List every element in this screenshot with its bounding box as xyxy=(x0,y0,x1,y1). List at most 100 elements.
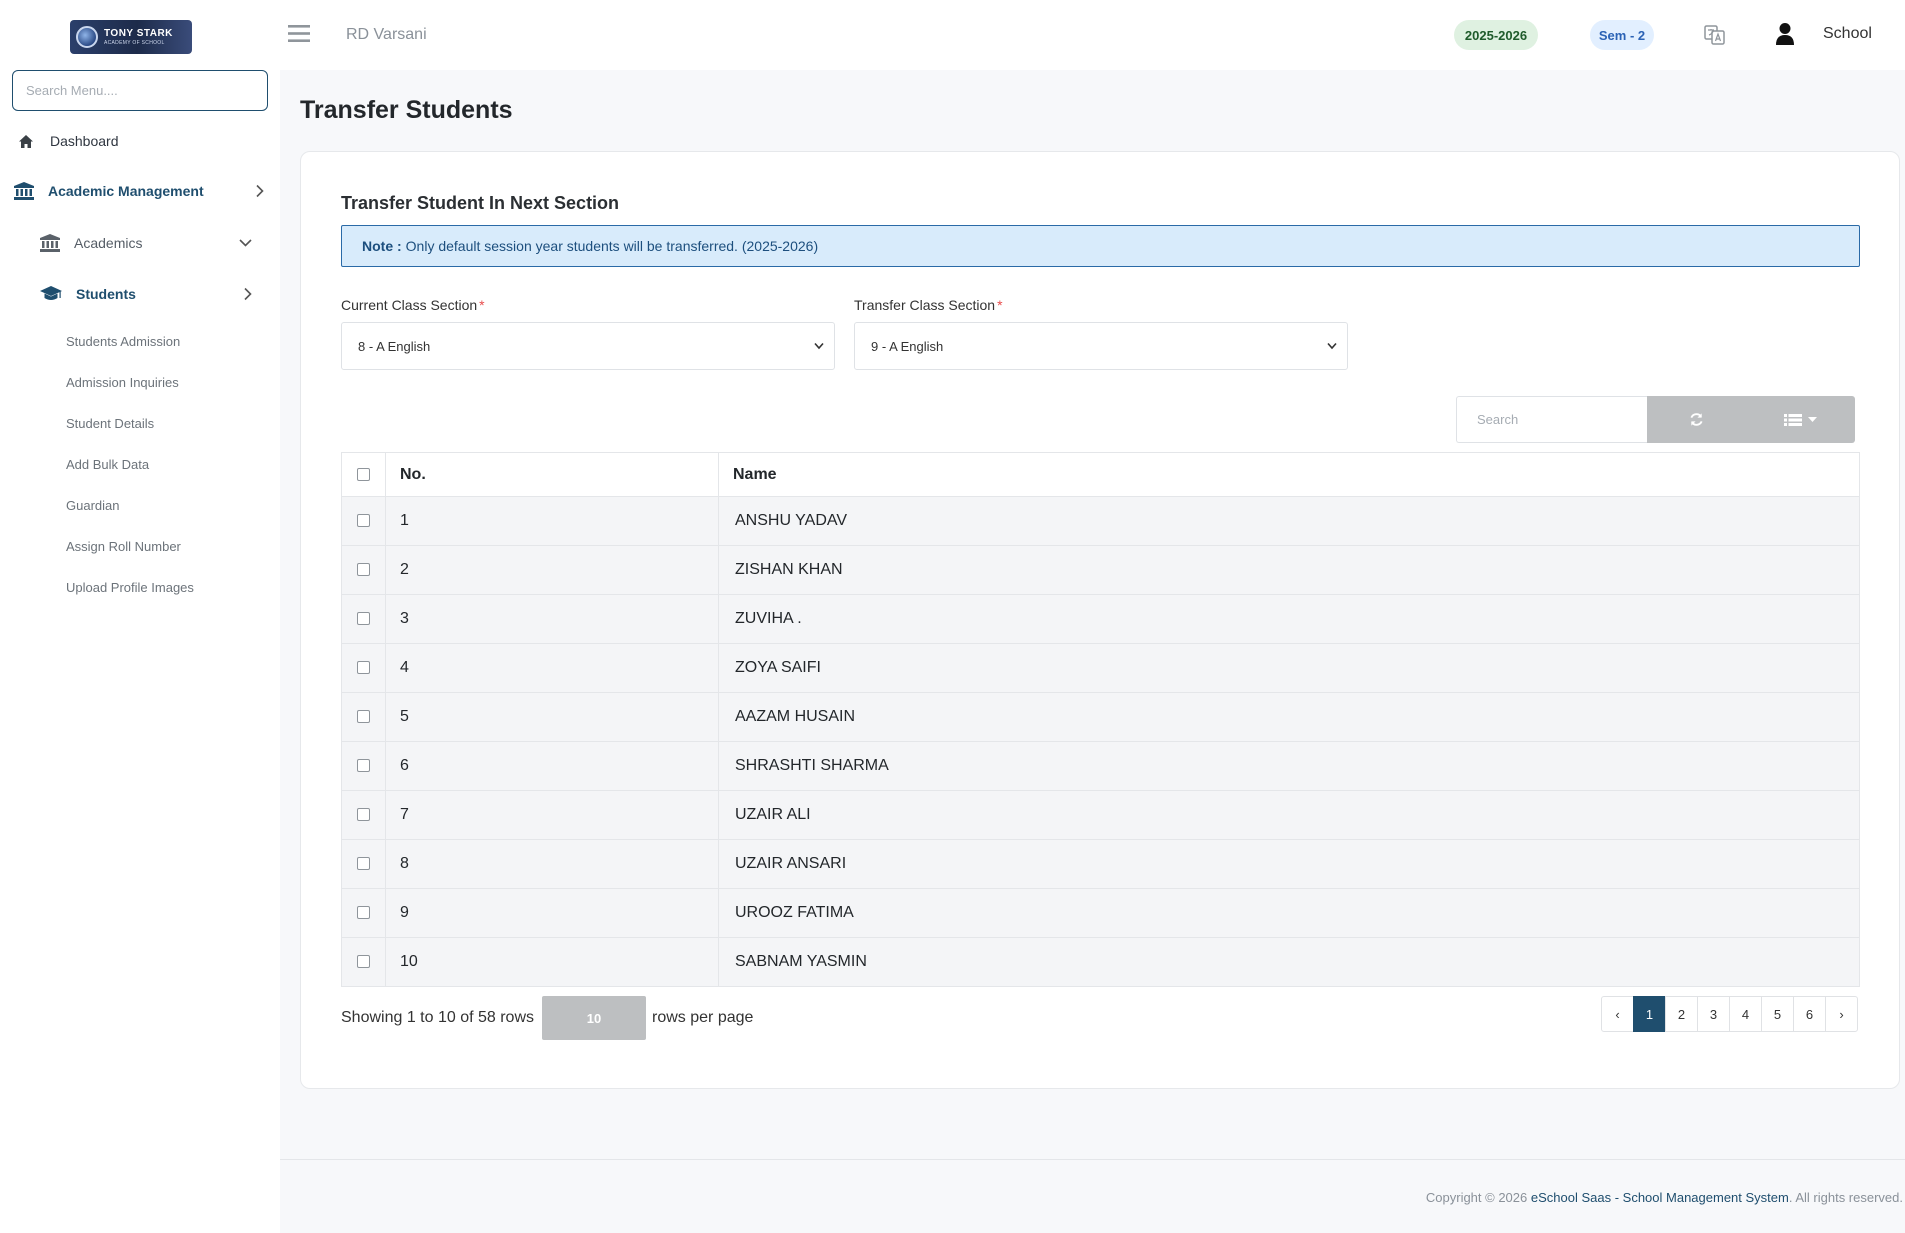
user-name[interactable]: School xyxy=(1823,25,1872,43)
required-mark: * xyxy=(479,297,485,313)
table-row: 10 SABNAM YASMIN xyxy=(341,937,1860,987)
showing-rows-text: Showing 1 to 10 of 58 rows xyxy=(341,1009,535,1026)
row-checkbox[interactable] xyxy=(357,661,370,675)
current-class-select[interactable]: 8 - A English xyxy=(341,322,835,370)
table-row: 1 ANSHU YADAV xyxy=(341,496,1860,546)
list-icon xyxy=(1783,413,1802,426)
sidebar-item-students-label: Students xyxy=(76,286,136,302)
table-search-input[interactable] xyxy=(1456,396,1648,443)
school-name: RD Varsani xyxy=(346,26,427,43)
pagination-page-6[interactable]: 6 xyxy=(1793,996,1826,1032)
row-no: 1 xyxy=(385,496,719,546)
table-row: 2 ZISHAN KHAN xyxy=(341,545,1860,595)
sidebar-subitem-assign-roll-number[interactable]: Assign Roll Number xyxy=(66,539,181,554)
pagination-page-1[interactable]: 1 xyxy=(1633,996,1666,1032)
row-checkbox[interactable] xyxy=(357,710,370,724)
copyright-text: Copyright © 2026 eSchool Saas - School M… xyxy=(1425,1190,1903,1205)
hamburger-icon[interactable] xyxy=(288,24,310,43)
row-checkbox[interactable] xyxy=(357,906,370,920)
page-title: Transfer Students xyxy=(300,96,513,124)
sidebar-item-students[interactable]: Students xyxy=(40,286,252,302)
row-name: ZOYA SAIFI xyxy=(718,643,1860,693)
user-icon[interactable] xyxy=(1775,22,1795,46)
pagination-page-2[interactable]: 2 xyxy=(1665,996,1698,1032)
institution-icon xyxy=(14,182,34,200)
row-name: SABNAM YASMIN xyxy=(718,937,1860,987)
table-row: 5 AAZAM HUSAIN xyxy=(341,692,1860,742)
row-name: UZAIR ALI xyxy=(718,790,1860,840)
row-checkbox[interactable] xyxy=(357,612,370,626)
required-mark: * xyxy=(997,297,1003,313)
logo-line-1: TONY STARK xyxy=(104,27,173,39)
chevron-right-icon xyxy=(256,184,264,198)
row-checkbox[interactable] xyxy=(357,955,370,969)
session-year-badge[interactable]: 2025-2026 xyxy=(1454,20,1538,50)
page-footer: Copyright © 2026 eSchool Saas - School M… xyxy=(280,1159,1905,1233)
rows-per-page-text: rows per page xyxy=(652,1009,754,1026)
semester-badge[interactable]: Sem - 2 xyxy=(1590,20,1654,50)
table-body: 1 ANSHU YADAV 2 ZISHAN KHAN 3 ZUVIHA . 4 ZOY… xyxy=(341,496,1860,987)
transfer-class-select[interactable]: 9 - A English xyxy=(854,322,1348,370)
row-checkbox[interactable] xyxy=(357,563,370,577)
note-text: Only default session year students will … xyxy=(405,238,819,254)
logo-line-2: ACADEMY OF SCHOOL xyxy=(104,39,165,46)
pagination-page-3[interactable]: 3 xyxy=(1697,996,1730,1032)
refresh-button[interactable] xyxy=(1647,396,1745,443)
table-header-row: No. Name xyxy=(341,452,1860,497)
chevron-down-icon xyxy=(239,239,252,247)
sidebar-subitem-guardian[interactable]: Guardian xyxy=(66,498,119,513)
sidebar-subitem-student-details[interactable]: Student Details xyxy=(66,416,154,431)
table-row: 9 UROOZ FATIMA xyxy=(341,888,1860,938)
current-class-label: Current Class Section * xyxy=(341,297,485,313)
row-no: 5 xyxy=(385,692,719,742)
sidebar-subitem-admission-inquiries[interactable]: Admission Inquiries xyxy=(66,375,179,390)
row-checkbox[interactable] xyxy=(357,857,370,871)
row-name: UZAIR ANSARI xyxy=(718,839,1860,889)
logo-emblem-icon xyxy=(76,26,98,48)
chevron-down-icon xyxy=(1327,342,1337,350)
pagination-page-5[interactable]: 5 xyxy=(1761,996,1794,1032)
row-checkbox[interactable] xyxy=(357,514,370,528)
select-all-checkbox[interactable] xyxy=(357,467,370,481)
row-no: 10 xyxy=(385,937,719,987)
pagination-prev[interactable]: ‹ xyxy=(1601,996,1634,1032)
menu-search-input[interactable] xyxy=(12,70,268,111)
note-label: Note : xyxy=(362,238,402,254)
table-row: 8 UZAIR ANSARI xyxy=(341,839,1860,889)
translate-icon[interactable] xyxy=(1704,24,1726,46)
info-note: Note : Only default session year student… xyxy=(341,225,1860,267)
row-no: 8 xyxy=(385,839,719,889)
table-row: 6 SHRASHTI SHARMA xyxy=(341,741,1860,791)
row-name: ANSHU YADAV xyxy=(718,496,1860,546)
school-logo[interactable]: TONY STARK ACADEMY OF SCHOOL xyxy=(70,20,192,54)
sidebar-subitem-students-admission[interactable]: Students Admission xyxy=(66,334,180,349)
column-header-no[interactable]: No. xyxy=(385,452,719,497)
row-name: AAZAM HUSAIN xyxy=(718,692,1860,742)
chevron-right-icon xyxy=(244,287,252,301)
refresh-icon xyxy=(1689,413,1703,426)
transfer-class-label: Transfer Class Section * xyxy=(854,297,1003,313)
rows-per-page-dropdown[interactable]: 10 xyxy=(542,996,647,1040)
row-no: 4 xyxy=(385,643,719,693)
row-no: 3 xyxy=(385,594,719,644)
row-no: 6 xyxy=(385,741,719,791)
current-class-value: 8 - A English xyxy=(358,338,431,354)
table-row: 7 UZAIR ALI xyxy=(341,790,1860,840)
columns-toggle-button[interactable] xyxy=(1745,396,1855,443)
caret-down-icon xyxy=(1807,416,1817,422)
sidebar-subitem-add-bulk-data[interactable]: Add Bulk Data xyxy=(66,457,149,472)
column-header-name[interactable]: Name xyxy=(718,452,1860,497)
sidebar-item-academics[interactable]: Academics xyxy=(40,234,252,252)
sidebar-item-academic-management[interactable]: Academic Management xyxy=(14,182,264,200)
row-checkbox[interactable] xyxy=(357,759,370,773)
pagination-page-4[interactable]: 4 xyxy=(1729,996,1762,1032)
sidebar-subitem-upload-profile-images[interactable]: Upload Profile Images xyxy=(66,580,194,595)
transfer-card: Transfer Student In Next Section Note : … xyxy=(300,151,1900,1089)
sidebar-item-academic-management-label: Academic Management xyxy=(48,183,204,199)
pagination-next[interactable]: › xyxy=(1825,996,1858,1032)
sidebar-item-academics-label: Academics xyxy=(74,235,143,251)
row-checkbox[interactable] xyxy=(357,808,370,822)
card-title: Transfer Student In Next Section xyxy=(341,193,620,213)
sidebar-item-dashboard[interactable]: Dashboard xyxy=(18,133,119,149)
product-link[interactable]: eSchool Saas - School Management System xyxy=(1531,1190,1789,1205)
